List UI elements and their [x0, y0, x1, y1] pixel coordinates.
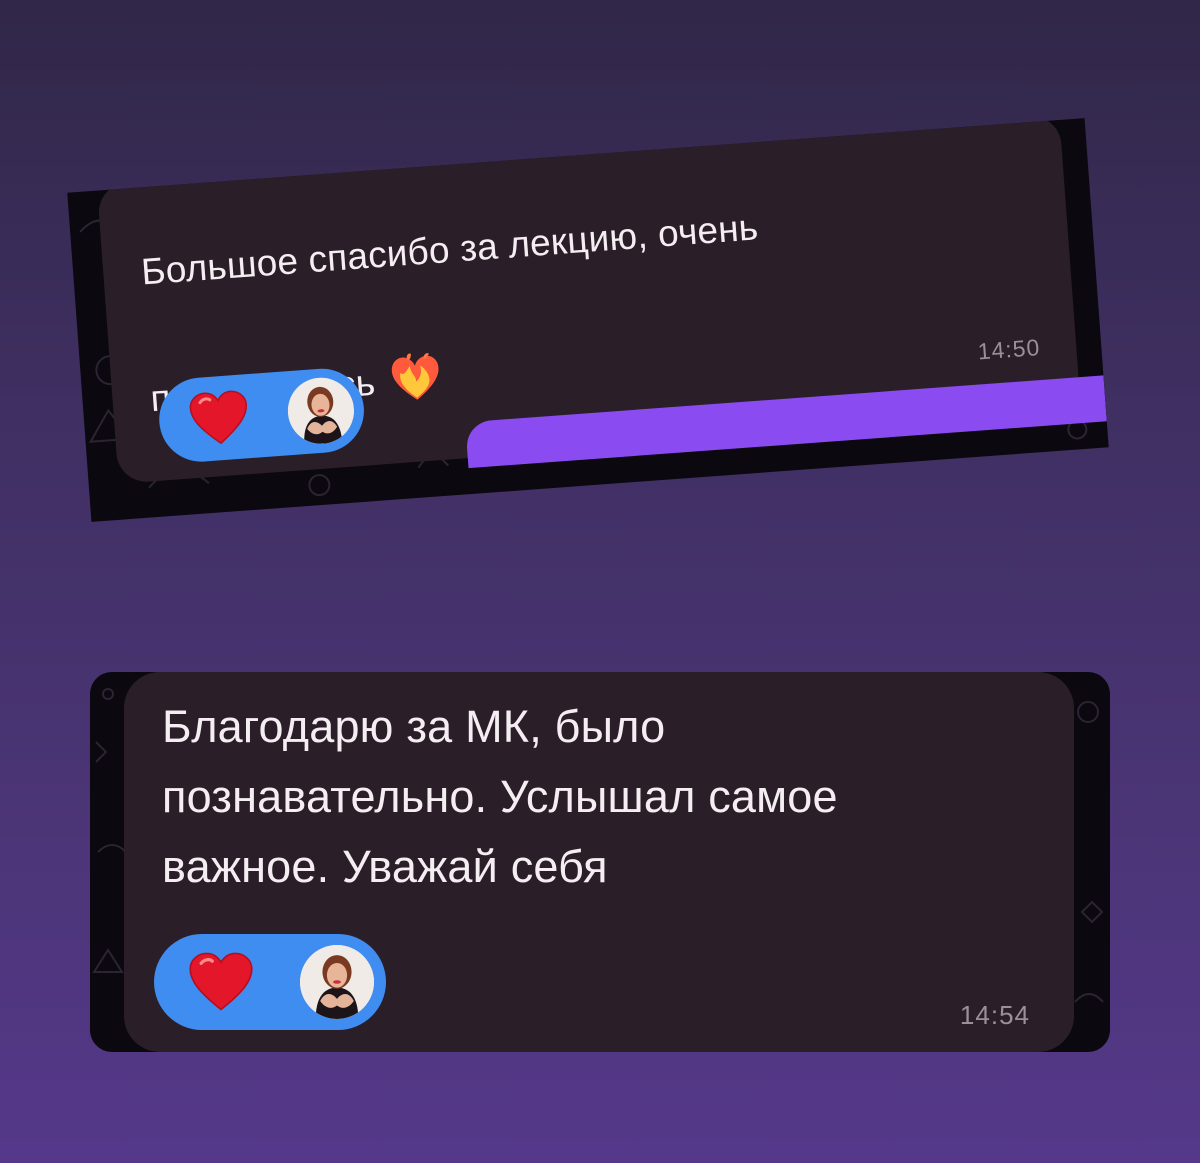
red-heart-icon — [187, 389, 251, 447]
message-time: 14:50 — [976, 333, 1042, 365]
reactor-avatar — [300, 945, 374, 1019]
chat-screenshot-2: Благодарю за МК, было познавательно. Усл… — [90, 672, 1110, 1052]
reactor-avatar — [285, 375, 357, 447]
message-time: 14:54 — [959, 1000, 1030, 1030]
message-text: Благодарю за МК, было познавательно. Усл… — [162, 701, 838, 892]
reaction-badge[interactable] — [154, 934, 386, 1030]
chat-screenshot-1: Большое спасибо за лекцию, очень понрави… — [67, 118, 1109, 522]
reaction-badge[interactable] — [156, 365, 367, 465]
heart-on-fire-icon — [382, 284, 446, 425]
message-bubble[interactable]: Благодарю за МК, было познавательно. Усл… — [124, 672, 1074, 1052]
red-heart-icon — [188, 952, 254, 1012]
